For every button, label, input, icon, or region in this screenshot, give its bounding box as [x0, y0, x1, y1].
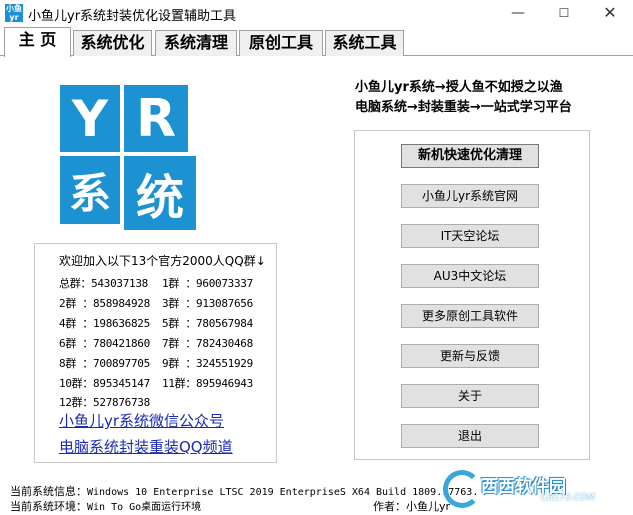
yr-system-logo: Y R 系 统	[60, 85, 238, 230]
watermark-logo: 西西软件园 CR173.COM	[443, 470, 611, 510]
qq-group-10: 10群：895345147	[59, 377, 150, 390]
qq-group-5: 5群 ：780567984	[162, 317, 253, 330]
logo-tile-r: R	[124, 85, 188, 152]
system-env-value: Win To Go桌面运行环境	[87, 502, 202, 513]
tab-system-optimize[interactable]: 系统优化	[73, 30, 152, 56]
watermark-subtext: CR173.COM	[541, 493, 595, 503]
qq-group-6: 6群 ：780421860	[59, 337, 150, 350]
wechat-official-link[interactable]: 小鱼儿yr系统微信公众号	[59, 410, 224, 431]
maximize-button[interactable]: ☐	[541, 0, 587, 26]
minimize-button[interactable]: —	[495, 0, 541, 26]
system-info-label: 当前系统信息：	[10, 485, 87, 498]
logo-tile-tong: 统	[124, 156, 196, 230]
official-site-button[interactable]: 小鱼儿yr系统官网	[401, 184, 539, 208]
system-env-label: 当前系统环境：	[10, 500, 87, 513]
system-info-value: Windows 10 Enterprise LTSC 2019 Enterpri…	[87, 487, 479, 498]
qq-group-main: 总群：543037138	[59, 277, 149, 290]
qq-channel-link[interactable]: 电脑系统封装重装QQ频道	[59, 436, 233, 457]
logo-tile-xi: 系	[60, 156, 120, 224]
more-tools-button[interactable]: 更多原创工具软件	[401, 304, 539, 328]
tab-system-clean[interactable]: 系统清理	[155, 30, 237, 56]
system-env-line: 当前系统环境：Win To Go桌面运行环境	[10, 498, 201, 514]
qq-group-8: 8群 ：700897705	[59, 357, 150, 370]
qq-group-9: 9群 ：324551929	[162, 357, 253, 370]
logo-tile-y: Y	[60, 85, 120, 152]
button-panel	[354, 130, 590, 460]
title-bar: 小鱼 yr 小鱼儿yr系统封装优化设置辅助工具 — ☐ ✕	[0, 0, 633, 26]
watermark-c-icon	[443, 470, 481, 508]
system-info-line: 当前系统信息：Windows 10 Enterprise LTSC 2019 E…	[10, 483, 478, 499]
tab-original-tools[interactable]: 原创工具	[239, 30, 323, 56]
qq-group-12: 12群：527876738	[59, 396, 150, 409]
quick-optimize-clean-button[interactable]: 新机快速优化清理	[401, 144, 539, 168]
close-button[interactable]: ✕	[587, 0, 633, 26]
qq-group-7: 7群 ：782430468	[162, 337, 253, 350]
slogan-line-1: 小鱼儿yr系统→授人鱼不如授之以渔	[355, 80, 563, 95]
qq-group-4: 4群 ：198636825	[59, 317, 150, 330]
au3-forum-button[interactable]: AU3中文论坛	[401, 264, 539, 288]
about-button[interactable]: 关于	[401, 384, 539, 408]
qq-group-1: 1群 ：960073337	[162, 277, 253, 290]
tab-system-tools[interactable]: 系统工具	[325, 30, 404, 56]
qq-group-3: 3群 ：913087656	[162, 297, 253, 310]
tab-home[interactable]: 主 页	[4, 27, 71, 57]
update-feedback-button[interactable]: 更新与反馈	[401, 344, 539, 368]
tab-bar: 主 页 系统优化 系统清理 原创工具 系统工具	[0, 26, 633, 57]
author-label: 作者：小鱼儿yr	[373, 500, 451, 513]
qq-group-11: 11群：895946943	[162, 377, 253, 390]
app-icon: 小鱼 yr	[5, 4, 23, 22]
qq-group-2: 2群 ：858984928	[59, 297, 150, 310]
qq-groups-title: 欢迎加入以下13个官方2000人QQ群↓	[59, 254, 266, 268]
exit-button[interactable]: 退出	[401, 424, 539, 448]
it-sky-forum-button[interactable]: IT天空论坛	[401, 224, 539, 248]
window-title: 小鱼儿yr系统封装优化设置辅助工具	[28, 9, 237, 24]
slogan-line-2: 电脑系统→封装重装→一站式学习平台	[355, 100, 572, 115]
